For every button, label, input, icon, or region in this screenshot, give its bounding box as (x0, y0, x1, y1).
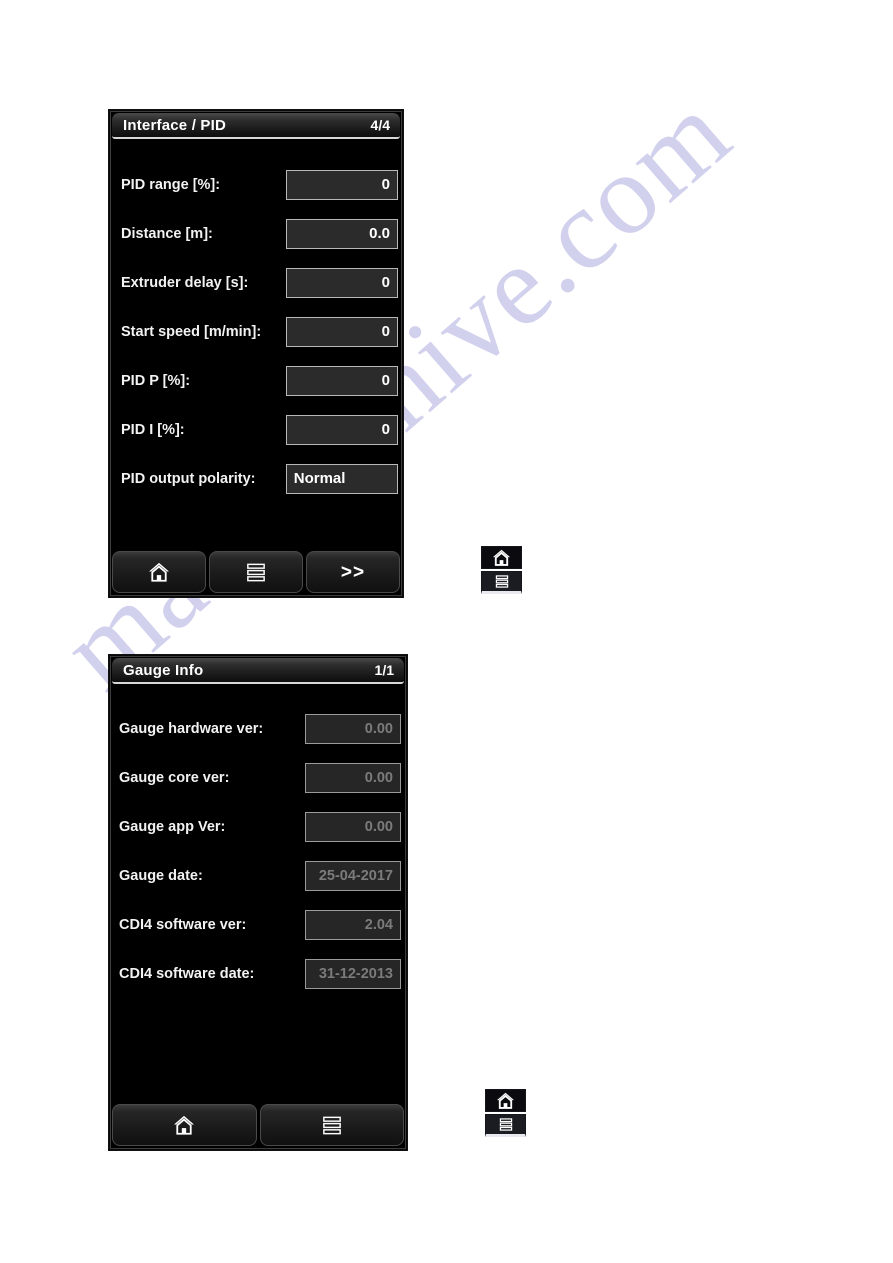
page-indicator: 4/4 (370, 117, 390, 133)
device-screen-gauge-info: Gauge Info 1/1 Gauge hardware ver: 0.00 … (109, 655, 407, 1150)
home-icon (149, 562, 169, 582)
form-row-distance: Distance [m]: 0.0 (121, 209, 398, 258)
form-row-start-speed: Start speed [m/min]: 0 (121, 307, 398, 356)
callout-menu-button[interactable] (485, 1114, 526, 1137)
value-gauge-app-ver: 0.00 (305, 811, 401, 842)
form-row-pid-output-polarity: PID output polarity: Normal (121, 454, 398, 503)
menu-icon (499, 1118, 512, 1131)
value-gauge-hardware-ver: 0.00 (305, 713, 401, 744)
label-distance: Distance [m]: (121, 225, 213, 242)
menu-icon (322, 1116, 341, 1134)
form-row-gauge-date: Gauge date: 25-04-2017 (119, 851, 402, 900)
label-gauge-date: Gauge date: (119, 867, 203, 884)
label-extruder-delay: Extruder delay [s]: (121, 274, 249, 291)
input-start-speed[interactable]: 0 (285, 316, 398, 347)
label-cdi4-software-ver: CDI4 software ver: (119, 916, 247, 933)
titlebar-interface-pid: Interface / PID 4/4 (112, 113, 400, 139)
label-cdi4-software-date: CDI4 software date: (119, 965, 255, 982)
callout-icons-gauge-info (485, 1089, 526, 1137)
input-extruder-delay[interactable]: 0 (285, 267, 398, 298)
form-row-extruder-delay: Extruder delay [s]: 0 (121, 258, 398, 307)
form-row-cdi4-software-date: CDI4 software date: 31-12-2013 (119, 949, 402, 998)
value-gauge-core-ver: 0.00 (305, 762, 401, 793)
home-icon (174, 1115, 195, 1135)
input-pid-p[interactable]: 0 (285, 365, 398, 396)
menu-icon (495, 575, 508, 588)
menu-button[interactable] (259, 1104, 404, 1146)
bottom-toolbar-gauge-info (112, 1104, 404, 1146)
form-row-gauge-app-ver: Gauge app Ver: 0.00 (119, 802, 402, 851)
home-icon (497, 1092, 514, 1109)
form-row-pid-range: PID range [%]: 0 (121, 160, 398, 209)
form-row-cdi4-software-ver: CDI4 software ver: 2.04 (119, 900, 402, 949)
label-pid-output-polarity: PID output polarity: (121, 470, 256, 487)
menu-button[interactable] (209, 551, 303, 593)
next-page-button[interactable]: >> (306, 551, 400, 593)
input-distance[interactable]: 0.0 (285, 218, 398, 249)
callout-menu-button[interactable] (481, 571, 522, 594)
callout-home-button[interactable] (481, 546, 522, 569)
info-form-gauge-info: Gauge hardware ver: 0.00 Gauge core ver:… (110, 684, 406, 998)
input-pid-i[interactable]: 0 (285, 414, 398, 445)
form-row-pid-i: PID I [%]: 0 (121, 405, 398, 454)
form-row-gauge-core-ver: Gauge core ver: 0.00 (119, 753, 402, 802)
label-pid-p: PID P [%]: (121, 372, 191, 389)
device-screen-interface-pid: Interface / PID 4/4 PID range [%]: 0 Dis… (109, 110, 403, 597)
label-start-speed: Start speed [m/min]: (121, 323, 262, 340)
home-button[interactable] (112, 1104, 257, 1146)
page-title: Gauge Info (123, 661, 204, 679)
form-row-gauge-hardware-ver: Gauge hardware ver: 0.00 (119, 704, 402, 753)
label-gauge-core-ver: Gauge core ver: (119, 769, 230, 786)
home-icon (493, 549, 510, 566)
label-pid-i: PID I [%]: (121, 421, 185, 438)
value-gauge-date: 25-04-2017 (305, 860, 401, 891)
callout-home-button[interactable] (485, 1089, 526, 1112)
value-cdi4-software-ver: 2.04 (305, 909, 401, 940)
titlebar-gauge-info: Gauge Info 1/1 (112, 658, 404, 684)
next-page-label: >> (340, 561, 366, 583)
select-pid-output-polarity[interactable]: Normal (285, 463, 398, 494)
settings-form-interface-pid: PID range [%]: 0 Distance [m]: 0.0 Extru… (110, 139, 402, 503)
page-indicator: 1/1 (374, 662, 394, 678)
label-gauge-app-ver: Gauge app Ver: (119, 818, 226, 835)
label-gauge-hardware-ver: Gauge hardware ver: (119, 720, 264, 737)
input-pid-range[interactable]: 0 (285, 169, 398, 200)
callout-icons-interface-pid (481, 546, 522, 594)
bottom-toolbar-interface-pid: >> (112, 551, 400, 593)
page-title: Interface / PID (123, 116, 227, 134)
value-cdi4-software-date: 31-12-2013 (305, 958, 401, 989)
menu-icon (247, 563, 265, 581)
label-pid-range: PID range [%]: (121, 176, 221, 193)
form-row-pid-p: PID P [%]: 0 (121, 356, 398, 405)
home-button[interactable] (112, 551, 206, 593)
